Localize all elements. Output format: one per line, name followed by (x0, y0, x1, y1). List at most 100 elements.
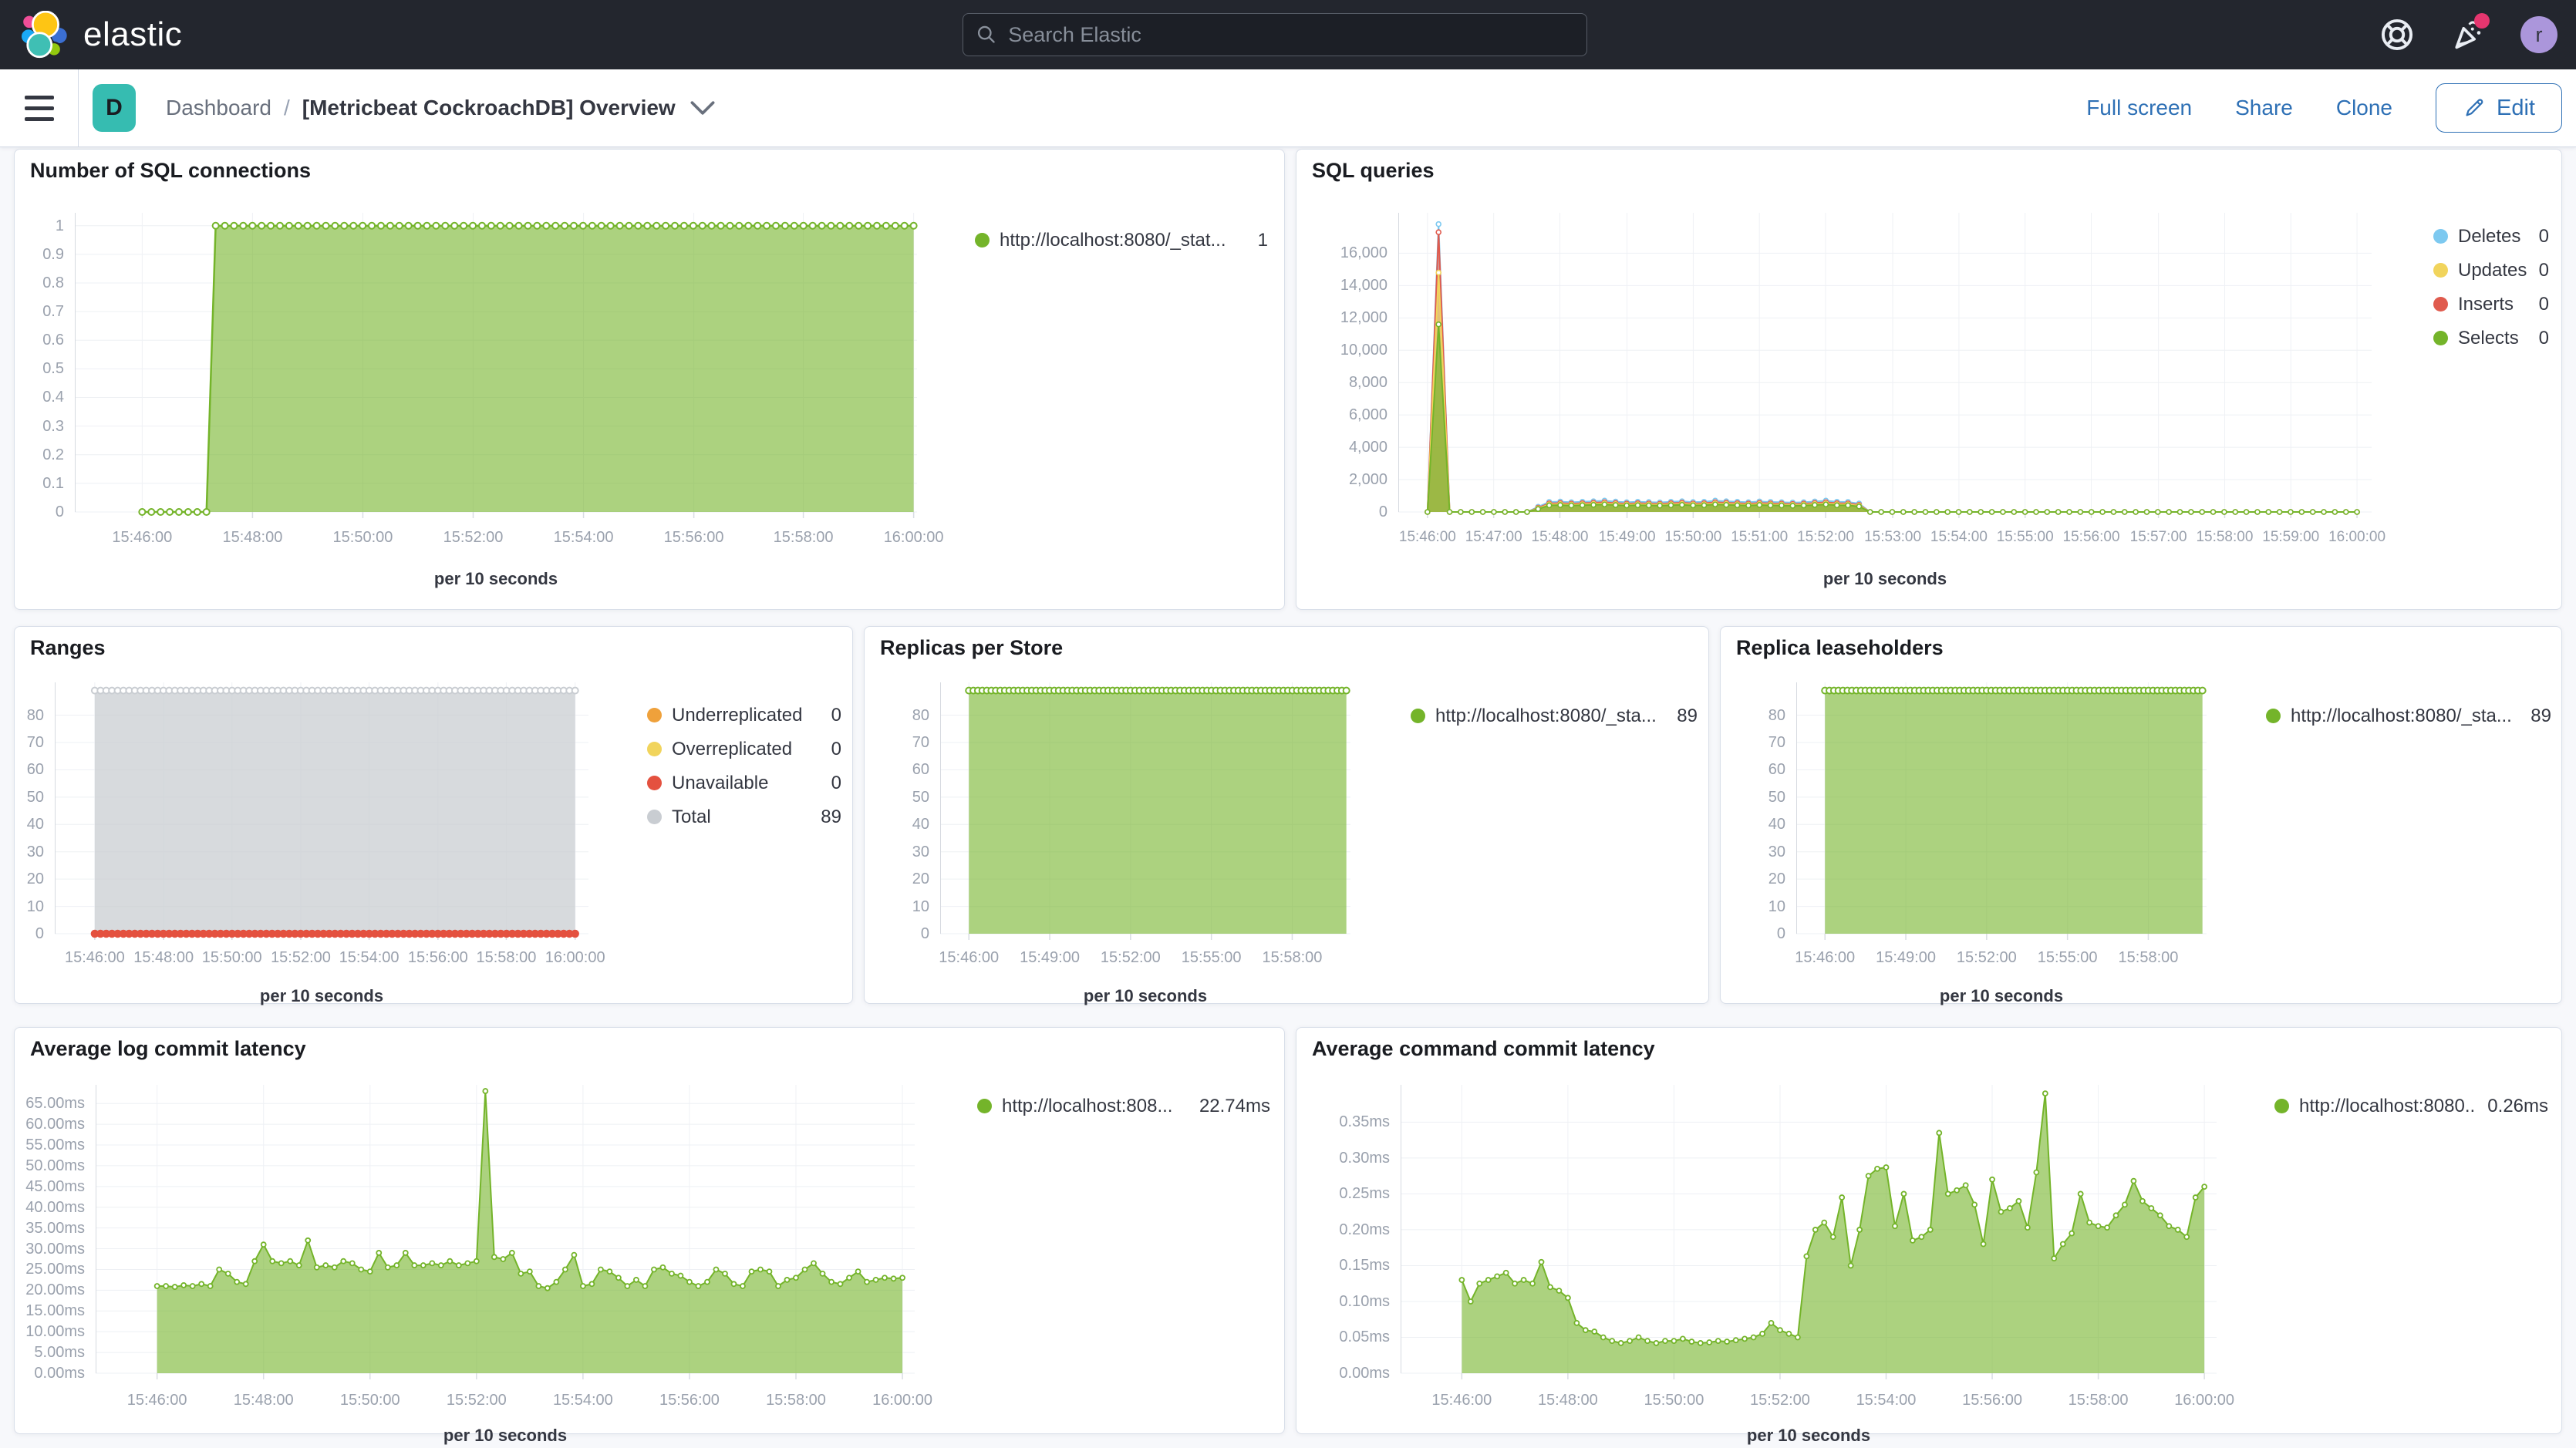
legend-label: Updates (2458, 260, 2528, 281)
y-tick-label: 10.00ms (15, 1323, 85, 1341)
y-tick-label: 60 (1721, 761, 1785, 779)
legend-item[interactable]: Deletes 0 (2433, 226, 2549, 247)
clone-button[interactable]: Clone (2336, 96, 2392, 120)
legend-value: 0 (2539, 294, 2549, 315)
legend-label: http://localhost:8080/_sta... (2291, 705, 2520, 727)
legend-label: Deletes (2458, 226, 2528, 248)
y-tick-label: 0.8 (15, 274, 64, 292)
x-tick-label: 15:47:00 (1458, 529, 1529, 546)
title-menu-button[interactable] (690, 98, 716, 118)
x-axis-title: per 10 seconds (940, 986, 1350, 1006)
y-tick-label: 50 (865, 789, 929, 807)
full-screen-button[interactable]: Full screen (2086, 96, 2192, 120)
sql-queries-plot (1398, 213, 2372, 520)
x-tick-label: 15:54:00 (530, 529, 638, 547)
x-tick-label: 16:00:00 (521, 949, 629, 967)
help-button[interactable] (2379, 16, 2416, 53)
panel-title[interactable]: Replica leaseholders (1736, 636, 1944, 660)
y-tick-label: 15.00ms (15, 1302, 85, 1320)
y-tick-label: 0 (1296, 503, 1387, 521)
x-tick-label: 16:00:00 (2321, 529, 2392, 546)
y-tick-label: 30.00ms (15, 1241, 85, 1258)
y-tick-label: 70 (865, 734, 929, 752)
edit-button[interactable]: Edit (2436, 83, 2562, 133)
y-tick-label: 0.10ms (1296, 1293, 1390, 1311)
x-axis-title: per 10 seconds (1401, 1426, 2217, 1446)
legend-item[interactable]: Underreplicated0 (647, 705, 841, 726)
x-tick-label: 15:55:00 (1990, 529, 2061, 546)
legend-item[interactable]: http://localhost:8080/_sta...89 (1411, 705, 1698, 726)
panel-title[interactable]: SQL queries (1312, 159, 1435, 183)
y-tick-label: 60.00ms (15, 1116, 85, 1133)
legend-item[interactable]: Inserts 0 (2433, 294, 2549, 315)
panel-title[interactable]: Average command commit latency (1312, 1037, 1655, 1061)
y-tick-label: 0.20ms (1296, 1221, 1390, 1239)
legend: http://localhost:808...22.74ms (977, 1096, 1270, 1116)
panel-title[interactable]: Ranges (30, 636, 106, 660)
avatar-letter: r (2536, 23, 2543, 47)
legend-label: http://localhost:8080/_sta... (1435, 705, 1666, 727)
panel-replica-leaseholders: Replica leaseholders 8070605040302010015… (1720, 626, 2562, 1004)
legend-label: Underreplicated (672, 705, 821, 726)
toolbar-actions: Full screen Share Clone Edit (2086, 69, 2562, 146)
elastic-logo[interactable]: elastic (22, 11, 182, 59)
x-tick-label: 15:54:00 (529, 1392, 637, 1409)
legend-value: 0 (2539, 226, 2549, 248)
y-tick-label: 0.35ms (1296, 1113, 1390, 1131)
legend-label: http://localhost:8080/_stat... (1000, 230, 1247, 251)
legend-item[interactable]: http://localhost:8080/_stat...1 (975, 230, 1268, 251)
legend-value: 89 (2530, 705, 2551, 727)
panel-title[interactable]: Number of SQL connections (30, 159, 311, 183)
user-avatar[interactable]: r (2520, 16, 2557, 53)
legend-item[interactable]: Selects0 (2433, 328, 2549, 349)
x-tick-label: 15:59:00 (2255, 529, 2326, 546)
main-menu-button[interactable] (0, 69, 79, 146)
x-tick-label: 15:52:00 (420, 529, 528, 547)
y-tick-label: 10 (1721, 898, 1785, 916)
legend-item[interactable]: Unavailable0 (647, 773, 841, 793)
x-tick-label: 15:46:00 (88, 529, 196, 547)
y-tick-label: 50 (15, 789, 44, 807)
x-tick-label: 15:56:00 (1938, 1392, 2046, 1409)
page-title: [Metricbeat CockroachDB] Overview (302, 96, 676, 120)
global-search[interactable] (963, 13, 1587, 56)
space-avatar[interactable]: D (93, 84, 136, 132)
search-icon (976, 23, 997, 46)
y-tick-label: 0.1 (15, 475, 64, 493)
panel-title[interactable]: Replicas per Store (880, 636, 1063, 660)
y-tick-label: 60 (15, 761, 44, 779)
legend-label: Inserts (2458, 294, 2528, 315)
share-button[interactable]: Share (2235, 96, 2293, 120)
legend-dot (975, 233, 990, 248)
y-tick-label: 0 (15, 503, 64, 521)
x-axis-title: per 10 seconds (75, 569, 917, 589)
y-tick-label: 0.7 (15, 303, 64, 321)
x-tick-label: 15:48:00 (210, 1392, 318, 1409)
y-tick-label: 0.00ms (15, 1365, 85, 1382)
legend-dot (2274, 1099, 2289, 1113)
legend-dot (647, 742, 662, 756)
legend-item[interactable]: http://localhost:808...22.74ms (977, 1096, 1270, 1116)
newsfeed-button[interactable] (2450, 16, 2487, 53)
x-tick-label: 15:58:00 (2094, 949, 2202, 967)
legend-dot (1411, 709, 1425, 723)
y-tick-label: 0 (865, 925, 929, 943)
legend-item[interactable]: http://localhost:8080...0.26ms (2274, 1096, 2548, 1116)
search-input[interactable] (1006, 22, 1574, 48)
x-tick-label: 15:56:00 (636, 1392, 743, 1409)
legend-item[interactable]: Overreplicated0 (647, 739, 841, 759)
legend-item[interactable]: Updates0 (2433, 260, 2549, 281)
y-tick-label: 45.00ms (15, 1178, 85, 1196)
y-tick-label: 0.6 (15, 332, 64, 349)
y-tick-label: 16,000 (1296, 244, 1387, 262)
legend-item[interactable]: http://localhost:8080/_sta... 89 (2266, 705, 2551, 726)
panel-title[interactable]: Average log commit latency (30, 1037, 306, 1061)
legend-item[interactable]: Total89 (647, 807, 841, 827)
legend-label: http://localhost:8080... (2299, 1096, 2477, 1117)
x-tick-label: 15:57:00 (2123, 529, 2194, 546)
y-tick-label: 10 (15, 898, 44, 916)
x-tick-label: 15:48:00 (198, 529, 306, 547)
x-tick-label: 15:48:00 (1514, 1392, 1622, 1409)
breadcrumb-dashboard-link[interactable]: Dashboard (166, 96, 271, 120)
top-navbar: elastic (0, 0, 2576, 69)
